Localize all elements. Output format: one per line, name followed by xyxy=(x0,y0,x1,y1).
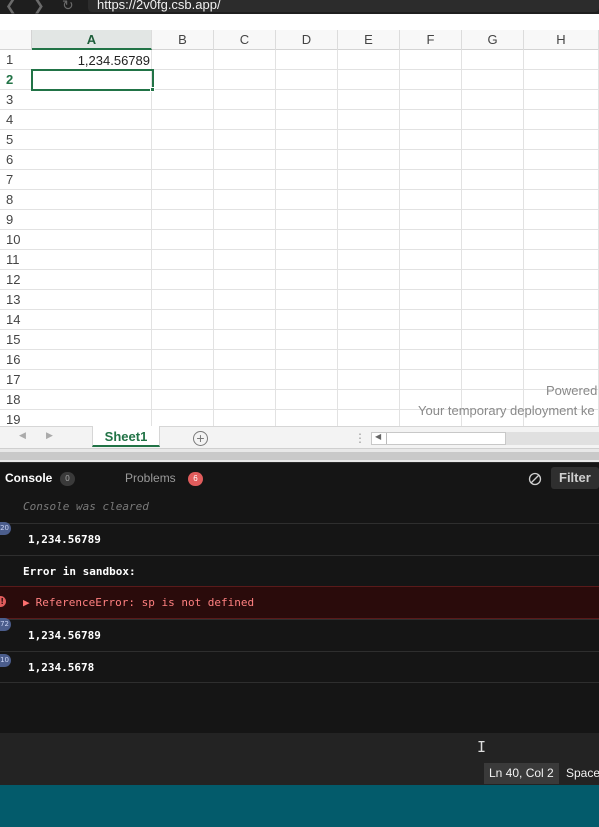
row-header-1[interactable]: 1 xyxy=(0,50,32,70)
watermark-deployment: Your temporary deployment ke xyxy=(418,403,595,418)
console-count-badge: 0 xyxy=(60,472,75,486)
gridline-horizontal xyxy=(32,349,599,350)
horizontal-scroll-strip[interactable] xyxy=(0,452,599,460)
row-header-5[interactable]: 5 xyxy=(0,130,32,150)
row-header-14[interactable]: 14 xyxy=(0,310,32,330)
row-header-4[interactable]: 4 xyxy=(0,110,32,130)
scroll-left-arrow-icon[interactable]: ◀ xyxy=(375,432,381,441)
log-text: 1,234.56789 xyxy=(28,533,101,546)
footer-bar xyxy=(0,785,599,827)
clear-console-icon[interactable] xyxy=(528,472,542,486)
column-header-c[interactable]: C xyxy=(214,30,276,50)
address-bar[interactable]: https://2v0fg.csb.app/ xyxy=(88,0,599,12)
select-all-corner[interactable] xyxy=(0,30,32,50)
row-header-8[interactable]: 8 xyxy=(0,190,32,210)
row-header-3[interactable]: 3 xyxy=(0,90,32,110)
console-panel: Console 0 Problems 6 Filter Console was … xyxy=(0,462,599,733)
error-text: ReferenceError: sp is not defined xyxy=(35,596,255,609)
log-text: 1,234.56789 xyxy=(28,629,101,642)
repeat-count-badge: 20 xyxy=(0,522,11,535)
watermark-powered: Powered xyxy=(546,383,598,398)
add-circle-icon[interactable]: + xyxy=(193,431,208,446)
tab-problems[interactable]: Problems xyxy=(125,471,176,485)
gridline-horizontal xyxy=(32,109,599,110)
gridline-horizontal xyxy=(32,289,599,290)
row-header-6[interactable]: 6 xyxy=(0,150,32,170)
selected-cell-a2[interactable] xyxy=(31,69,154,91)
url-text: https://2v0fg.csb.app/ xyxy=(97,0,221,12)
column-header-g[interactable]: G xyxy=(462,30,524,50)
column-header-e[interactable]: E xyxy=(338,30,400,50)
status-bar: I Ln 40, Col 2 Spaces xyxy=(0,733,599,785)
row-header-16[interactable]: 16 xyxy=(0,350,32,370)
gridline-horizontal xyxy=(32,209,599,210)
row-header-13[interactable]: 13 xyxy=(0,290,32,310)
cursor-position[interactable]: Ln 40, Col 2 xyxy=(484,763,559,784)
gridline-horizontal xyxy=(32,249,599,250)
console-log-entry[interactable]: 20 1,234.56789 xyxy=(0,522,599,555)
scroll-tabs-left-icon[interactable]: ◀ xyxy=(19,430,26,441)
gridline-horizontal xyxy=(32,309,599,310)
horizontal-scrollbar[interactable]: ◀ xyxy=(371,432,506,445)
text-cursor-icon: I xyxy=(477,738,487,756)
row-header-10[interactable]: 10 xyxy=(0,230,32,250)
row-header-18[interactable]: 18 xyxy=(0,390,32,410)
filter-button[interactable]: Filter xyxy=(551,467,599,489)
repeat-count-badge: 72 xyxy=(0,618,11,631)
gridline-horizontal xyxy=(32,389,599,390)
row-header-11[interactable]: 11 xyxy=(0,250,32,270)
sheet-tab-bar: ◀ ▶ Sheet1 + ⋮ ◀ xyxy=(0,426,599,448)
cell-a1[interactable]: 1,234.56789 xyxy=(33,51,152,70)
column-header-d[interactable]: D xyxy=(276,30,338,50)
tab-console[interactable]: Console xyxy=(5,471,52,485)
console-cleared-message: Console was cleared xyxy=(23,500,149,513)
row-header-7[interactable]: 7 xyxy=(0,170,32,190)
gridline-horizontal xyxy=(32,269,599,270)
gridline-horizontal xyxy=(32,329,599,330)
spreadsheet-grid[interactable]: ABCDEFGH 1 2 3 4 5 6 7 8 9 10 11 12 13 14 15 16 17 18 19 1… xyxy=(0,30,599,426)
repeat-count-badge: 10 xyxy=(0,654,11,667)
scrollbar-track[interactable] xyxy=(506,432,599,445)
column-header-b[interactable]: B xyxy=(152,30,214,50)
column-header-a[interactable]: A xyxy=(32,30,152,50)
chevron-left-icon[interactable]: ❮ xyxy=(5,0,17,12)
row-header-17[interactable]: 17 xyxy=(0,370,32,390)
row-header-2[interactable]: 2 xyxy=(0,70,32,90)
row-header-12[interactable]: 12 xyxy=(0,270,32,290)
gridline-horizontal xyxy=(32,189,599,190)
console-error-entry[interactable]: ! ▶ ReferenceError: sp is not defined xyxy=(0,586,599,619)
row-header-9[interactable]: 9 xyxy=(0,210,32,230)
fill-handle[interactable] xyxy=(150,87,155,92)
browser-bar: ❮ ❯ ↻ https://2v0fg.csb.app/ xyxy=(0,0,599,14)
console-log-entry[interactable]: 10 1,234.5678 xyxy=(0,651,599,683)
gridline-horizontal xyxy=(32,369,599,370)
column-header-h[interactable]: H xyxy=(524,30,599,50)
console-log-entry[interactable]: 72 1,234.56789 xyxy=(0,618,599,651)
sheet-tab-sheet1[interactable]: Sheet1 xyxy=(92,426,160,447)
chevron-right-icon[interactable]: ❯ xyxy=(33,0,45,12)
scroll-tabs-right-icon[interactable]: ▶ xyxy=(46,430,53,441)
splitter-handle-icon[interactable]: ⋮ xyxy=(354,431,366,445)
gridline-horizontal xyxy=(32,229,599,230)
gridline-horizontal xyxy=(32,129,599,130)
gridline-horizontal xyxy=(32,149,599,150)
row-header-15[interactable]: 15 xyxy=(0,330,32,350)
panel-resize-strip[interactable] xyxy=(0,448,599,462)
gridline-horizontal xyxy=(32,169,599,170)
log-text: Error in sandbox: xyxy=(23,565,136,578)
indentation-setting[interactable]: Spaces xyxy=(566,763,599,784)
scrollbar-thumb[interactable] xyxy=(386,433,387,444)
column-header-f[interactable]: F xyxy=(400,30,462,50)
expand-arrow-icon[interactable]: ▶ xyxy=(23,596,30,609)
row-header-19[interactable]: 19 xyxy=(0,410,32,426)
reload-icon[interactable]: ↻ xyxy=(62,0,74,12)
console-log-entry[interactable]: Error in sandbox: xyxy=(0,555,599,586)
log-text: 1,234.5678 xyxy=(28,661,95,674)
console-tab-bar: Console 0 Problems 6 Filter xyxy=(0,462,599,493)
problems-count-badge: 6 xyxy=(188,472,203,486)
error-icon: ! xyxy=(0,596,6,607)
